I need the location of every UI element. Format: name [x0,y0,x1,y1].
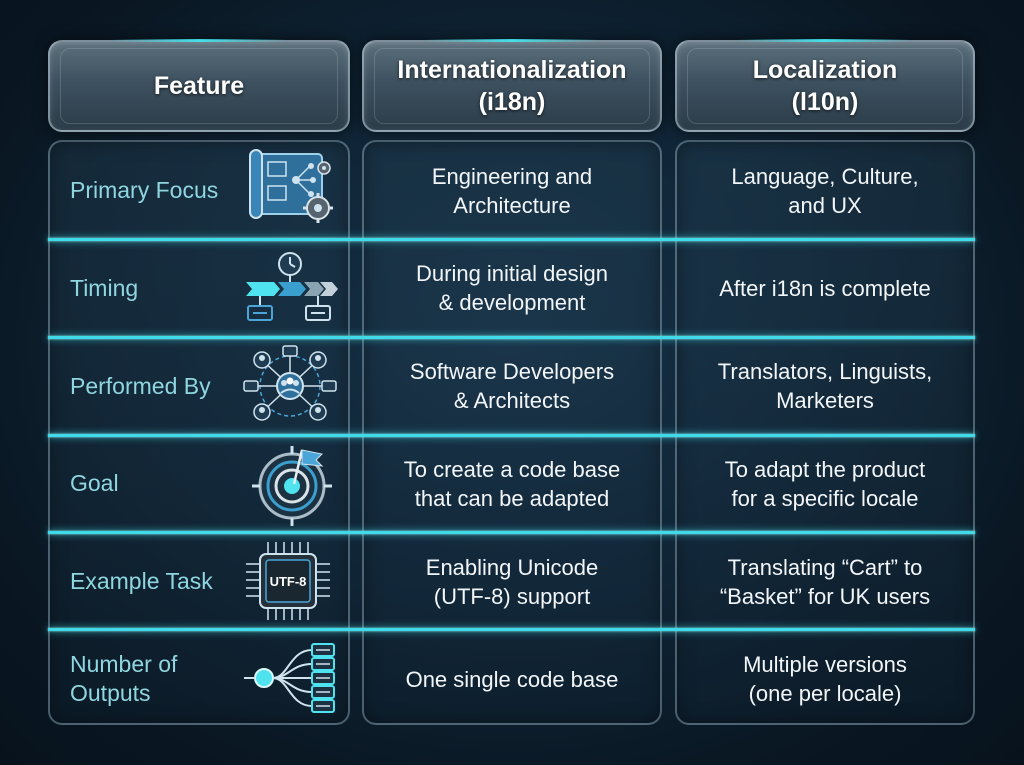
row-primary-focus-l10n: Language, Culture, and UX [675,162,975,220]
cell-line: and UX [788,193,862,218]
cell-line: Translating “Cart” to [727,555,923,580]
cell-line: (one per locale) [748,681,902,706]
row-divider [48,531,975,534]
target-flag-icon [240,442,340,526]
cell-line: To adapt the product [724,457,926,482]
header-i18n-subtitle: (i18n) [478,88,546,116]
team-network-icon [240,344,340,428]
header-l10n-subtitle: (l10n) [791,88,859,116]
branching-outputs-icon [240,638,340,720]
cell-line: To create a code base [403,457,621,482]
blueprint-gears-icon [240,146,338,228]
row-example-task-l10n: Translating “Cart” to “Basket” for UK us… [675,553,975,611]
cell-line: Language, Culture, [731,164,919,189]
l10n-column-panel [675,140,975,725]
row-number-of-outputs-l10n: Multiple versions (one per locale) [675,650,975,708]
utf8-chip-icon: UTF-8 [240,538,340,624]
row-goal-label: Goal [70,469,119,498]
row-performed-by-i18n: Software Developers & Architects [362,357,662,415]
cell-line: Multiple versions [743,652,907,677]
cell-line: After i18n is complete [719,276,931,301]
header-feature: Feature [48,39,350,132]
feature-label-line: Primary Focus [70,177,219,203]
i18n-column-panel [362,140,662,725]
row-divider [48,628,975,631]
header-l10n: Localization (l10n) [675,39,975,132]
feature-label-line: Example Task [70,568,213,594]
cell-line: & development [438,290,586,315]
cell-line: One single code base [405,667,619,692]
row-divider [48,238,975,241]
row-timing-l10n: After i18n is complete [675,274,975,303]
row-goal-i18n: To create a code base that can be adapte… [362,455,662,513]
header-feature-title: Feature [153,72,245,100]
row-primary-focus-label: Primary Focus [70,176,218,205]
utf8-chip-text: UTF-8 [270,574,307,589]
cell-line: Software Developers [409,359,615,384]
row-performed-by-l10n: Translators, Linguists, Marketers [675,357,975,415]
row-divider [48,336,975,339]
cell-line: Translators, Linguists, [717,359,933,384]
cell-line: & Architects [453,388,571,413]
header-l10n-title: Localization [752,56,898,84]
feature-label-line: Performed By [70,373,211,399]
row-performed-by-label: Performed By [70,372,211,401]
feature-label-line: Goal [70,470,119,496]
cell-line: Enabling Unicode [425,555,599,580]
cell-line: Marketers [776,388,874,413]
timeline-clock-icon [240,248,340,328]
cell-line: that can be adapted [414,486,610,511]
cell-line: (UTF-8) support [433,584,591,609]
feature-label-line: Outputs [70,680,151,706]
header-i18n: Internationalization (i18n) [362,39,662,132]
row-primary-focus-i18n: Engineering and Architecture [362,162,662,220]
row-number-of-outputs-label: Number of Outputs [70,650,177,708]
cell-line: for a specific locale [731,486,919,511]
row-timing-label: Timing [70,274,138,303]
header-i18n-title: Internationalization [397,56,627,84]
row-example-task-i18n: Enabling Unicode (UTF-8) support [362,553,662,611]
row-divider [48,434,975,437]
row-timing-i18n: During initial design & development [362,259,662,317]
row-goal-l10n: To adapt the product for a specific loca… [675,455,975,513]
cell-line: Architecture [453,193,571,218]
cell-line: “Basket” for UK users [719,584,931,609]
row-number-of-outputs-i18n: One single code base [362,665,662,694]
cell-line: During initial design [416,261,608,286]
feature-label-line: Timing [70,275,139,301]
row-example-task-label: Example Task [70,567,213,596]
cell-line: Engineering and [431,164,593,189]
feature-label-line: Number of [70,651,178,677]
